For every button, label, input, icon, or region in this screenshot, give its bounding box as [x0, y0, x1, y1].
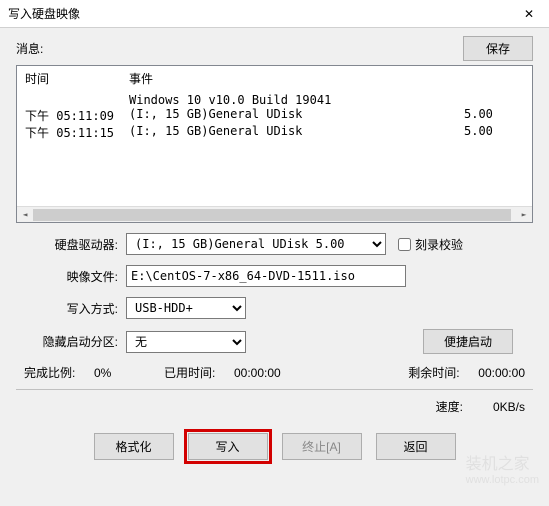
info-bar: 消息: 保存	[16, 36, 533, 61]
scroll-right-icon[interactable]: ►	[516, 207, 532, 223]
log-row: Windows 10 v10.0 Build 19041	[25, 93, 524, 107]
remain-value: 00:00:00	[478, 366, 525, 380]
info-label: 消息:	[16, 40, 463, 57]
speed-value: 0KB/s	[493, 400, 525, 414]
hiddenboot-label: 隐藏启动分区:	[36, 333, 126, 350]
complete-value: 0%	[94, 366, 164, 380]
horizontal-scrollbar[interactable]: ◄ ►	[17, 206, 532, 222]
log-cell-time	[25, 93, 129, 107]
drive-row: 硬盘驱动器: (I:, 15 GB)General UDisk 5.00 刻录校…	[36, 233, 513, 255]
progress-row: 完成比例: 0% 已用时间: 00:00:00 剩余时间: 00:00:00	[16, 364, 533, 381]
content-area: 消息: 保存 时间 事件 Windows 10 v10.0 Build 1904…	[0, 28, 549, 476]
window-title: 写入硬盘映像	[8, 5, 509, 22]
verify-checkbox[interactable]	[398, 238, 411, 251]
log-cell-val: 5.00	[464, 107, 524, 124]
log-rows: Windows 10 v10.0 Build 19041 下午 05:11:09…	[25, 93, 524, 141]
write-button[interactable]: 写入	[188, 433, 268, 460]
log-row: 下午 05:11:09 (I:, 15 GB)General UDisk 5.0…	[25, 107, 524, 124]
drive-label: 硬盘驱动器:	[36, 236, 126, 253]
speed-label: 速度:	[436, 398, 463, 415]
close-icon: ✕	[524, 7, 534, 21]
format-button[interactable]: 格式化	[94, 433, 174, 460]
remain-label: 剩余时间:	[408, 364, 478, 381]
button-row: 格式化 写入 终止[A] 返回	[16, 425, 533, 468]
verify-checkbox-wrap[interactable]: 刻录校验	[398, 236, 463, 253]
image-row: 映像文件:	[36, 265, 513, 287]
save-button[interactable]: 保存	[463, 36, 533, 61]
log-cell-event: (I:, 15 GB)General UDisk	[129, 124, 464, 141]
elapsed-value: 00:00:00	[234, 366, 304, 380]
verify-label: 刻录校验	[415, 236, 463, 253]
back-button[interactable]: 返回	[376, 433, 456, 460]
separator	[16, 389, 533, 390]
close-button[interactable]: ✕	[509, 0, 549, 28]
elapsed-label: 已用时间:	[164, 364, 234, 381]
log-row: 下午 05:11:15 (I:, 15 GB)General UDisk 5.0…	[25, 124, 524, 141]
log-cell-event: Windows 10 v10.0 Build 19041	[129, 93, 464, 107]
log-panel: 时间 事件 Windows 10 v10.0 Build 19041 下午 05…	[16, 65, 533, 223]
drive-select[interactable]: (I:, 15 GB)General UDisk 5.00	[126, 233, 386, 255]
log-header-time: 时间	[25, 70, 129, 87]
scroll-thumb[interactable]	[33, 209, 511, 221]
writemode-select[interactable]: USB-HDD+	[126, 297, 246, 319]
titlebar: 写入硬盘映像 ✕	[0, 0, 549, 28]
speed-row: 速度: 0KB/s	[16, 398, 533, 415]
log-cell-event: (I:, 15 GB)General UDisk	[129, 107, 464, 124]
image-file-input[interactable]	[126, 265, 406, 287]
scroll-track[interactable]	[33, 207, 516, 223]
writemode-label: 写入方式:	[36, 300, 126, 317]
abort-button: 终止[A]	[282, 433, 362, 460]
writemode-row: 写入方式: USB-HDD+	[36, 297, 513, 319]
scroll-left-icon[interactable]: ◄	[17, 207, 33, 223]
convenient-boot-button[interactable]: 便捷启动	[423, 329, 513, 354]
log-cell-time: 下午 05:11:15	[25, 124, 129, 141]
log-cell-val: 5.00	[464, 124, 524, 141]
log-header: 时间 事件	[25, 70, 524, 87]
hiddenboot-select[interactable]: 无	[126, 331, 246, 353]
image-label: 映像文件:	[36, 268, 126, 285]
hiddenboot-row: 隐藏启动分区: 无 便捷启动	[36, 329, 513, 354]
log-cell-val	[464, 93, 524, 107]
log-cell-time: 下午 05:11:09	[25, 107, 129, 124]
log-header-event: 事件	[129, 70, 153, 87]
complete-label: 完成比例:	[24, 364, 94, 381]
form-area: 硬盘驱动器: (I:, 15 GB)General UDisk 5.00 刻录校…	[16, 233, 533, 354]
